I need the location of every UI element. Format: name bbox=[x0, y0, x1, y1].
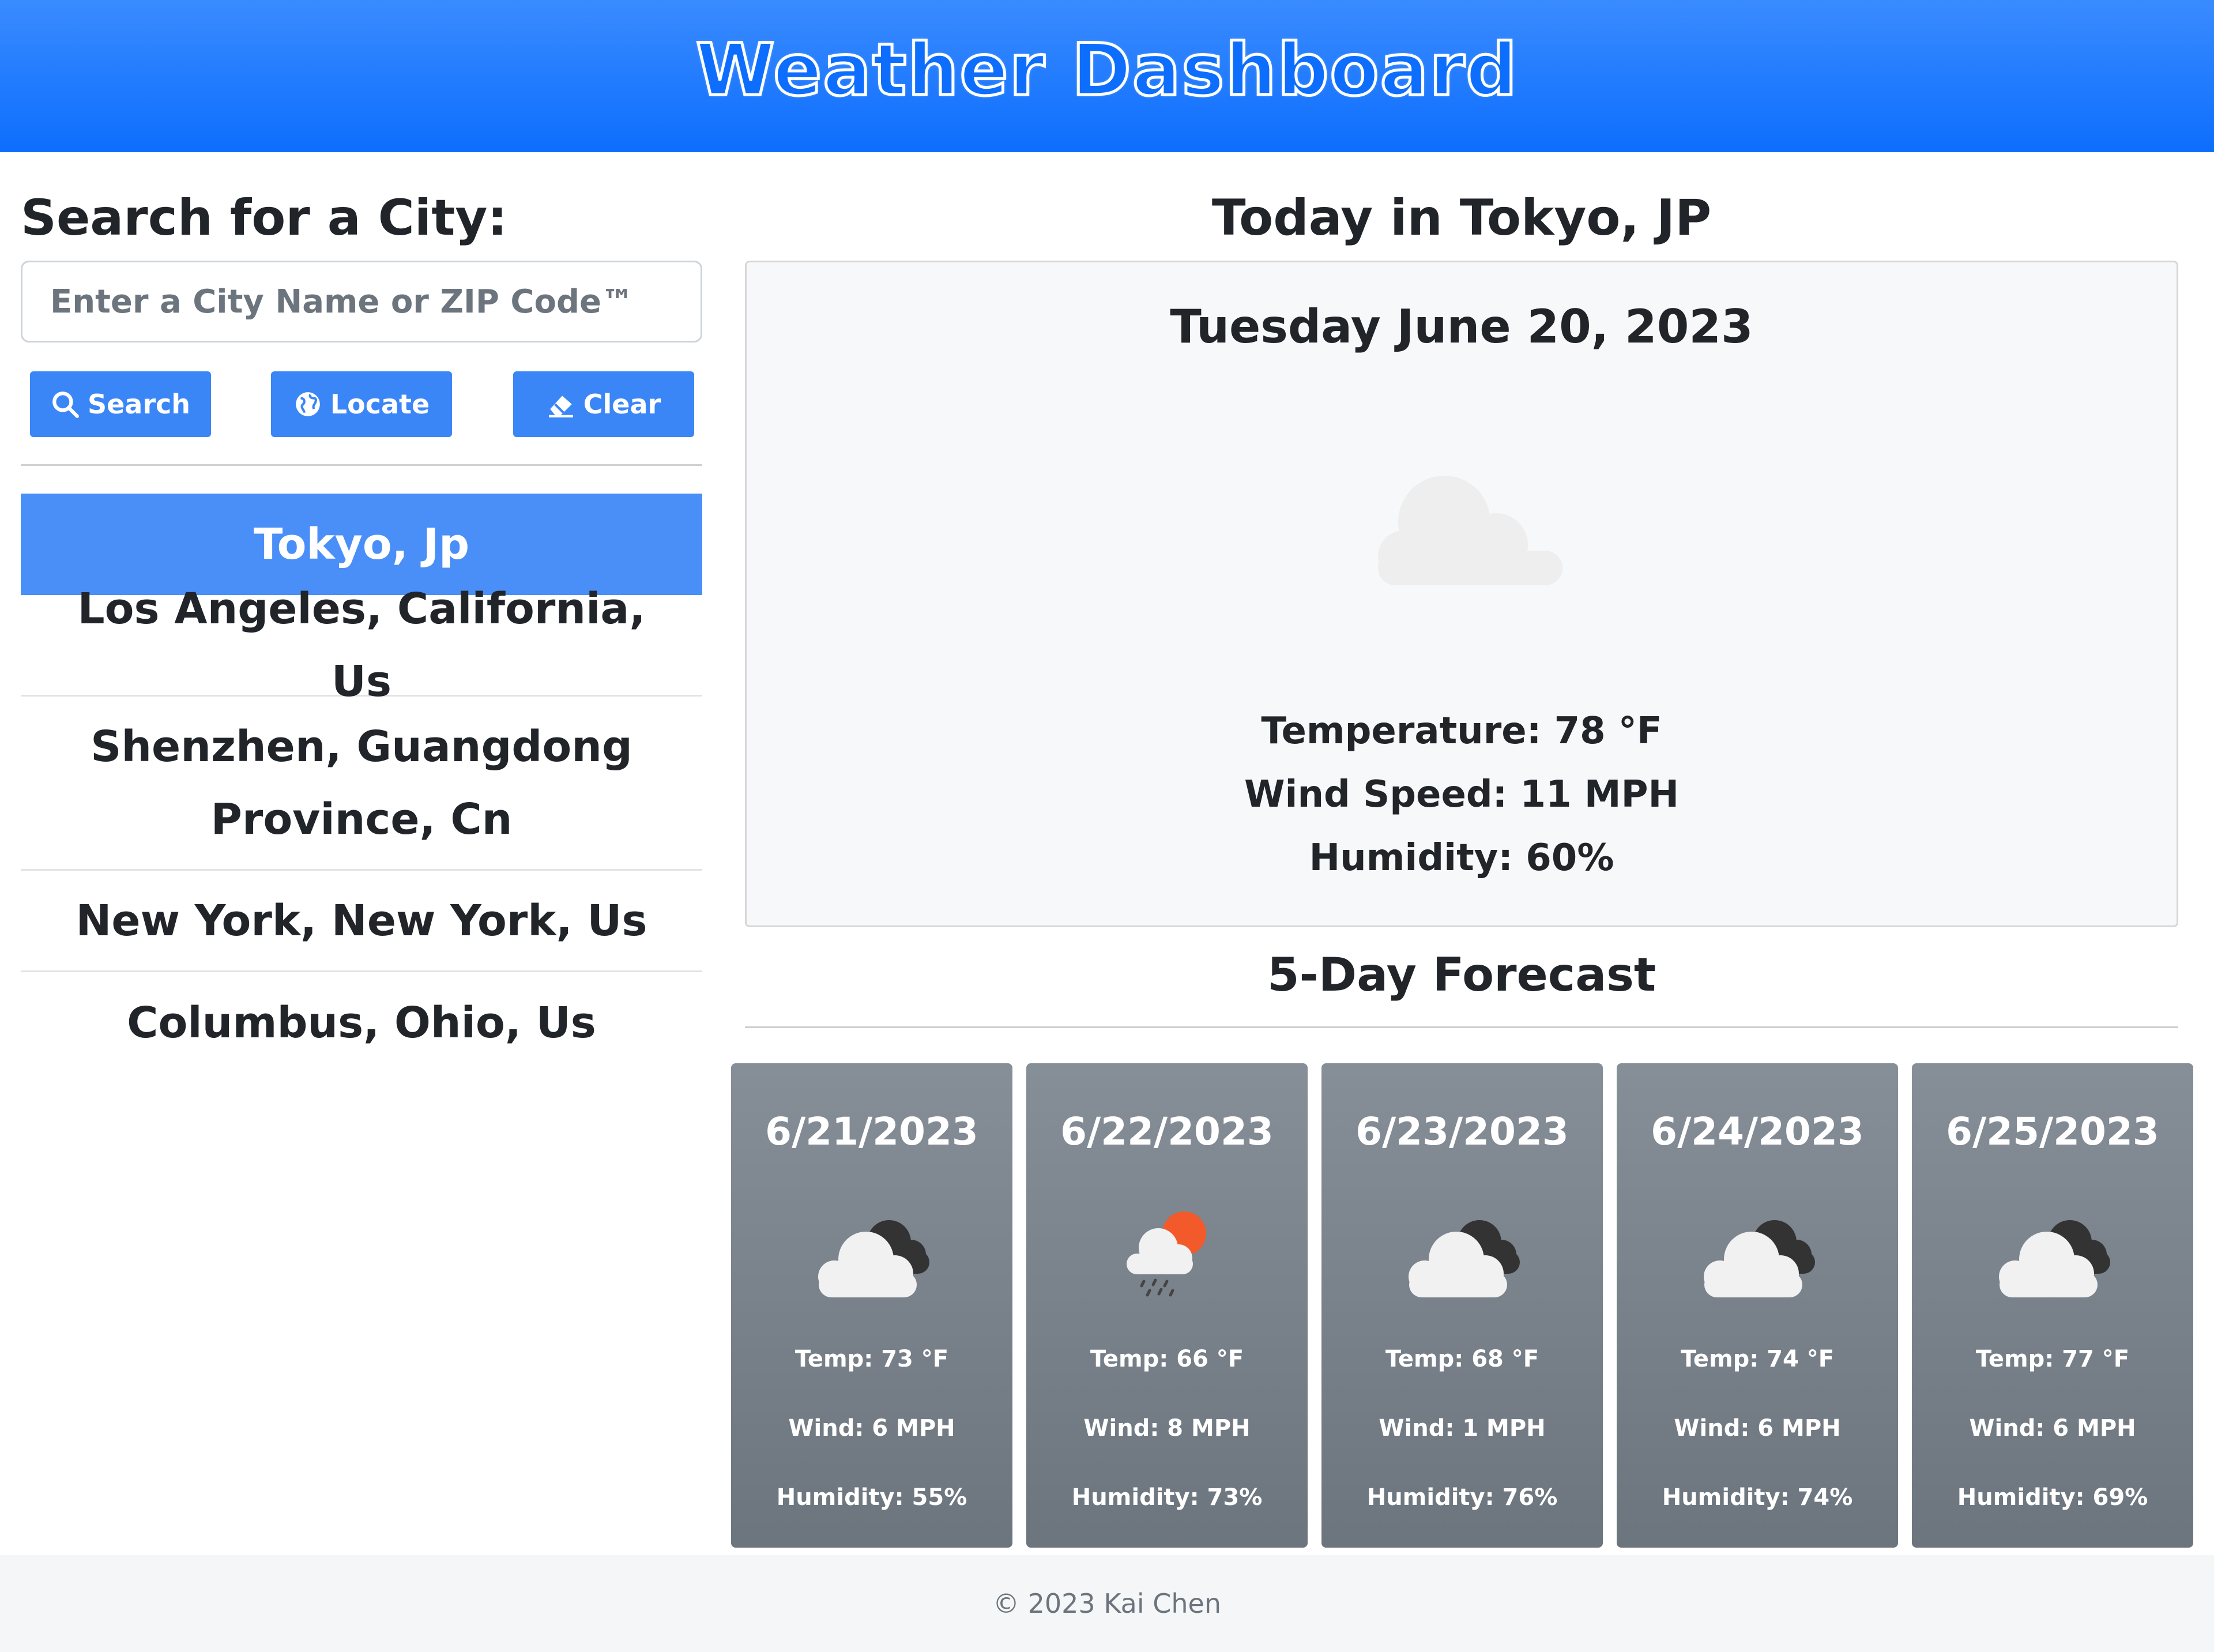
forecast-date: 6/24/2023 bbox=[1651, 1109, 1864, 1154]
forecast-card: 6/22/2023 Temp: 66 °F Wind: 8 MPH Humidi… bbox=[1026, 1063, 1308, 1548]
history-item-shenzhen[interactable]: Shenzhen, Guangdong Province, Cn bbox=[21, 697, 702, 871]
clear-button[interactable]: Clear bbox=[513, 371, 694, 437]
search-button[interactable]: Search bbox=[30, 371, 211, 437]
search-button-label: Search bbox=[87, 389, 191, 420]
forecast-temp: Temp: 68 °F bbox=[1385, 1346, 1539, 1372]
city-search-input[interactable] bbox=[21, 261, 702, 343]
forecast-card: 6/25/2023 Temp: 77 °F Wind: 6 MPH Humidi… bbox=[1912, 1063, 2193, 1548]
today-temperature: Temperature: 78 °F bbox=[1261, 710, 1662, 752]
forecast-humidity: Humidity: 69% bbox=[1957, 1484, 2148, 1511]
today-humidity: Humidity: 60% bbox=[1309, 837, 1614, 879]
search-history-list: Tokyo, Jp Los Angeles, California, Us Sh… bbox=[21, 494, 702, 1074]
broken-clouds-icon bbox=[1409, 1220, 1520, 1297]
today-weather-card: Tuesday June 20, 2023 Temperature: 78 °F… bbox=[745, 261, 2178, 927]
forecast-humidity: Humidity: 76% bbox=[1366, 1484, 1558, 1511]
broken-clouds-icon bbox=[1704, 1220, 1815, 1297]
forecast-card: 6/24/2023 Temp: 74 °F Wind: 6 MPH Humidi… bbox=[1617, 1063, 1898, 1548]
clear-button-label: Clear bbox=[583, 389, 661, 420]
app-title: Weather Dashboard bbox=[694, 28, 1519, 114]
forecast-card: 6/23/2023 Temp: 68 °F Wind: 1 MPH Humidi… bbox=[1321, 1063, 1603, 1548]
today-heading: Today in Tokyo, JP bbox=[1211, 189, 1712, 247]
history-item-columbus[interactable]: Columbus, Ohio, Us bbox=[21, 972, 702, 1074]
divider bbox=[21, 464, 702, 466]
locate-button[interactable]: Locate bbox=[271, 371, 452, 437]
forecast-temp: Temp: 77 °F bbox=[1975, 1346, 2130, 1372]
forecast-wind: Wind: 8 MPH bbox=[1083, 1415, 1251, 1442]
divider bbox=[745, 1026, 2178, 1028]
forecast-date: 6/23/2023 bbox=[1355, 1109, 1569, 1154]
forecast-wind: Wind: 1 MPH bbox=[1379, 1415, 1546, 1442]
forecast-wind: Wind: 6 MPH bbox=[788, 1415, 955, 1442]
history-item-los-angeles[interactable]: Los Angeles, California, Us bbox=[21, 584, 702, 706]
forecast-date: 6/25/2023 bbox=[1946, 1109, 2159, 1154]
page-header: Weather Dashboard bbox=[0, 0, 2214, 152]
forecast-humidity: Humidity: 55% bbox=[776, 1484, 967, 1511]
page-footer: © 2023 Kai Chen bbox=[0, 1555, 2214, 1652]
broken-clouds-icon bbox=[818, 1220, 929, 1297]
forecast-temp: Temp: 74 °F bbox=[1680, 1346, 1835, 1372]
search-heading: Search for a City: bbox=[21, 189, 507, 247]
cloud-icon bbox=[1378, 476, 1562, 585]
broken-clouds-icon bbox=[1999, 1220, 2110, 1297]
forecast-card: 6/21/2023 Temp: 73 °F Wind: 6 MPH Humidi… bbox=[731, 1063, 1012, 1548]
history-item-new-york[interactable]: New York, New York, Us bbox=[21, 871, 702, 972]
eraser-icon bbox=[548, 396, 573, 417]
forecast-temp: Temp: 73 °F bbox=[795, 1346, 949, 1372]
rain-sun-icon bbox=[1127, 1211, 1206, 1297]
search-icon bbox=[52, 392, 79, 418]
forecast-wind: Wind: 6 MPH bbox=[1674, 1415, 1841, 1442]
forecast-temp: Temp: 66 °F bbox=[1090, 1346, 1244, 1372]
forecast-wind: Wind: 6 MPH bbox=[1969, 1415, 2136, 1442]
forecast-humidity: Humidity: 74% bbox=[1662, 1484, 1853, 1511]
copyright-text: © 2023 Kai Chen bbox=[993, 1588, 1221, 1619]
today-wind: Wind Speed: 11 MPH bbox=[1244, 773, 1680, 816]
forecast-date: 6/22/2023 bbox=[1060, 1109, 1274, 1154]
globe-icon bbox=[295, 392, 320, 416]
forecast-heading: 5-Day Forecast bbox=[1267, 948, 1656, 1002]
today-date: Tuesday June 20, 2023 bbox=[1170, 300, 1753, 353]
forecast-humidity: Humidity: 73% bbox=[1071, 1484, 1263, 1511]
locate-button-label: Locate bbox=[330, 389, 430, 420]
forecast-date: 6/21/2023 bbox=[765, 1109, 978, 1154]
